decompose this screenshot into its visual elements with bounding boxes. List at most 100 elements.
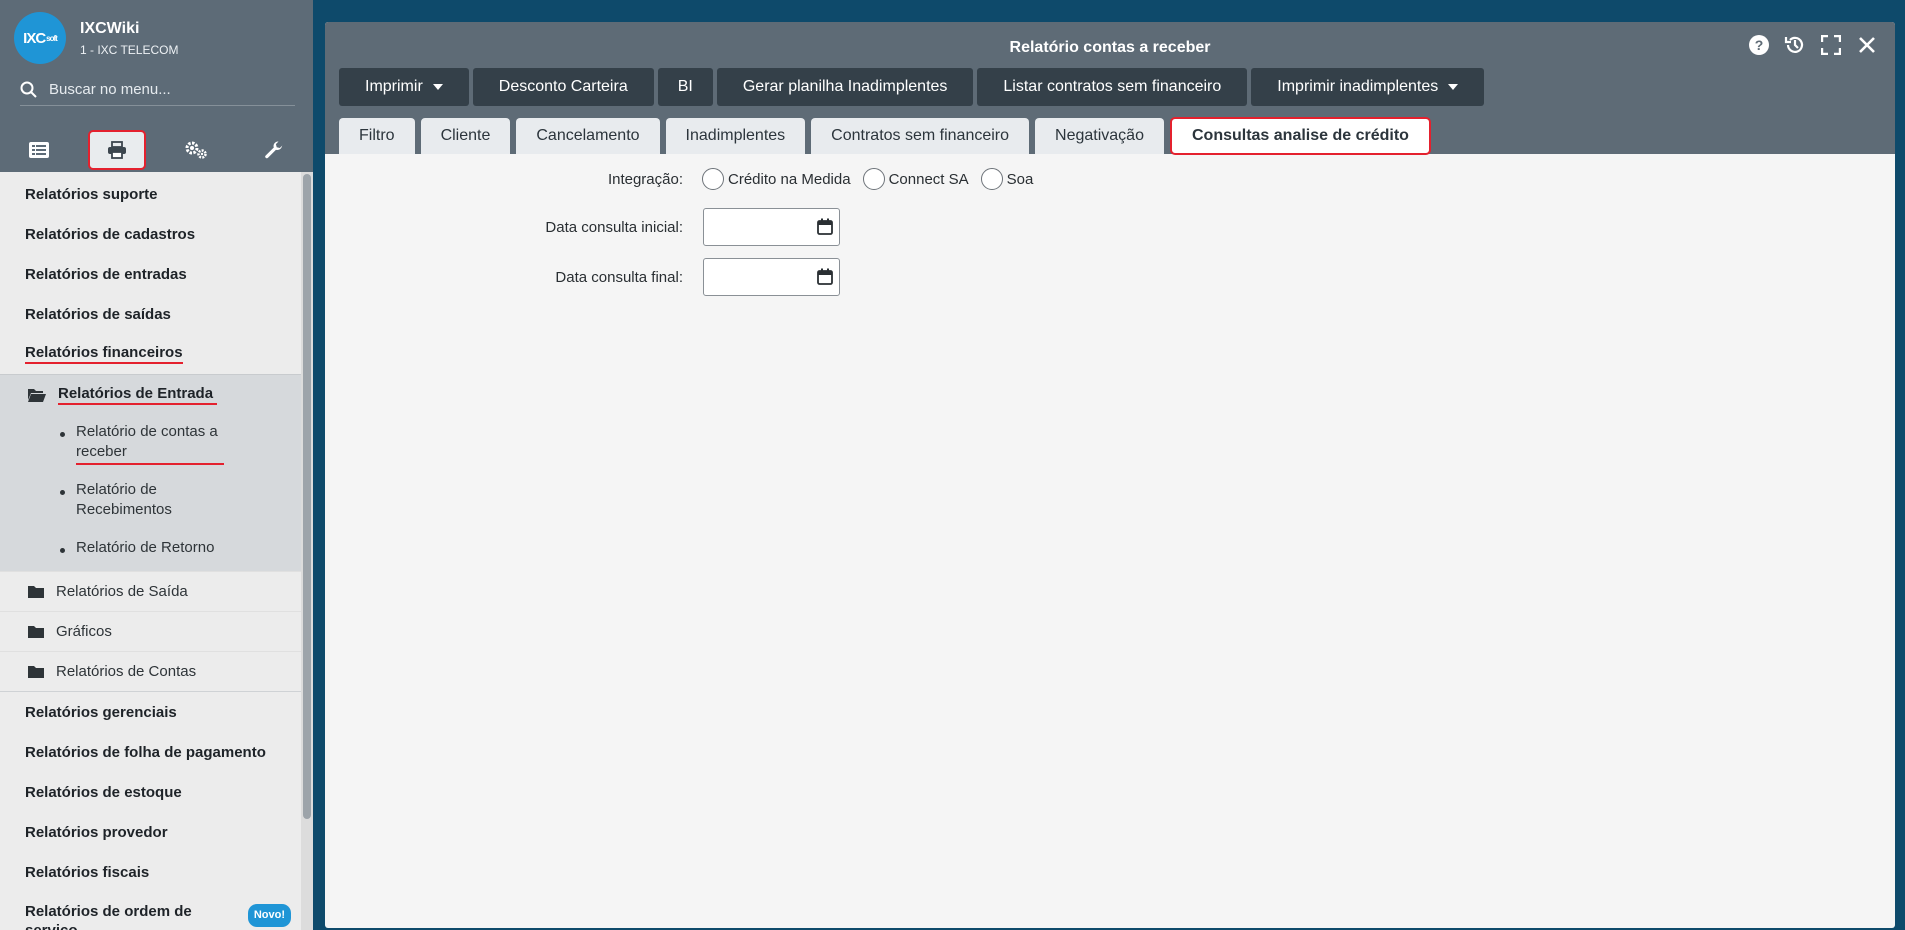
tab-consultas-analise-credito[interactable]: Consultas analise de crédito xyxy=(1169,117,1431,155)
menu-folder-graficos[interactable]: Gráficos xyxy=(0,611,301,651)
radio-connect-sa[interactable]: Connect SA xyxy=(862,168,969,190)
list-icon xyxy=(29,142,49,158)
category-label: Relatórios provedor xyxy=(25,823,168,841)
ixcsoft-logo[interactable]: IXC soft xyxy=(14,12,66,64)
menu-category-cadastros[interactable]: Relatórios de cadastros xyxy=(0,214,301,254)
close-icon xyxy=(1859,37,1875,53)
menu-category-suporte[interactable]: Relatórios suporte xyxy=(0,174,301,214)
radio-label: Soa xyxy=(1006,170,1034,188)
window-controls: ? xyxy=(1741,30,1885,60)
menu-category-ordem-servico[interactable]: Relatórios de ordem de serviço Novo! xyxy=(0,892,301,930)
submenu-header-entrada[interactable]: Relatórios de Entrada xyxy=(0,375,301,415)
category-label: Relatórios de ordem de serviço xyxy=(25,903,192,930)
menu-category-financeiros[interactable]: Relatórios financeiros xyxy=(0,334,301,374)
gerar-planilha-button[interactable]: Gerar planilha Inadimplentes xyxy=(716,68,974,106)
menu-search xyxy=(20,80,295,106)
new-badge: Novo! xyxy=(247,904,291,927)
category-label: Relatórios de cadastros xyxy=(25,225,196,243)
print-inadimplentes-button[interactable]: Imprimir inadimplentes xyxy=(1251,68,1485,106)
tab-negativacao[interactable]: Negativação xyxy=(1035,118,1164,154)
tab-cancelamento[interactable]: Cancelamento xyxy=(516,118,660,154)
button-label: Listar contratos sem financeiro xyxy=(1003,78,1222,95)
expand-icon xyxy=(1821,35,1841,55)
toolbar: Imprimir Desconto Carteira BI Gerar plan… xyxy=(339,68,1488,106)
button-label: Imprimir inadimplentes xyxy=(1277,78,1439,95)
logo-text: IXC xyxy=(23,29,46,47)
maximize-button[interactable] xyxy=(1813,30,1849,60)
tab-label: Cancelamento xyxy=(536,127,640,144)
radio-credito-na-medida[interactable]: Crédito na Medida xyxy=(702,168,851,190)
menu-category-gerenciais[interactable]: Relatórios gerenciais xyxy=(0,692,301,732)
tab-cliente[interactable]: Cliente xyxy=(420,118,511,154)
history-button[interactable] xyxy=(1777,30,1813,60)
listar-contratos-button[interactable]: Listar contratos sem financeiro xyxy=(977,68,1248,106)
integracao-radio-group: Crédito na Medida Connect SA Soa xyxy=(702,168,1045,190)
menu-category-saidas[interactable]: Relatórios de saídas xyxy=(0,294,301,334)
tab-menu-settings[interactable] xyxy=(167,130,225,170)
data-inicial-input[interactable] xyxy=(710,210,810,244)
menu-category-fiscais[interactable]: Relatórios fiscais xyxy=(0,852,301,892)
data-final-label: Data consulta final: xyxy=(555,268,683,286)
menu-panel: Relatórios suporte Relatórios de cadastr… xyxy=(0,172,301,930)
radio-circle[interactable] xyxy=(862,168,885,190)
gears-icon xyxy=(185,141,207,159)
window-title: Relatório contas a receber xyxy=(1009,39,1211,56)
tab-filtro[interactable]: Filtro xyxy=(339,118,415,154)
category-label: Relatórios de estoque xyxy=(25,783,182,801)
bi-button[interactable]: BI xyxy=(657,68,713,106)
folder-label: Relatórios de Contas xyxy=(56,663,197,680)
radio-circle[interactable] xyxy=(980,168,1003,190)
integracao-row: Integração: Crédito na Medida Connect SA… xyxy=(325,166,1525,192)
data-inicial-field[interactable] xyxy=(703,208,840,246)
category-label: Relatórios fiscais xyxy=(25,863,150,881)
close-button[interactable] xyxy=(1849,30,1885,60)
calendar-icon[interactable] xyxy=(817,218,833,235)
search-icon xyxy=(20,81,37,98)
data-final-input[interactable] xyxy=(710,260,810,294)
folder-icon xyxy=(28,666,44,678)
category-label: Relatórios financeiros xyxy=(25,344,183,364)
category-label: Relatórios de saídas xyxy=(25,305,171,323)
button-label: Imprimir xyxy=(365,78,423,95)
calendar-icon[interactable] xyxy=(817,268,833,285)
menu-search-input[interactable] xyxy=(49,81,279,98)
folder-label: Relatórios de Saída xyxy=(56,583,188,600)
tab-menu-list[interactable] xyxy=(10,130,68,170)
radio-label: Crédito na Medida xyxy=(728,170,851,188)
menu-category-folha[interactable]: Relatórios de folha de pagamento xyxy=(0,732,301,772)
tab-inadimplentes[interactable]: Inadimplentes xyxy=(665,118,806,154)
caret-down-icon xyxy=(1448,84,1459,90)
data-final-field[interactable] xyxy=(703,258,840,296)
data-inicial-row: Data consulta inicial: xyxy=(325,208,1525,246)
radio-circle[interactable] xyxy=(702,168,724,190)
tab-label: Contratos sem financeiro xyxy=(831,127,1010,144)
menu-item-retorno[interactable]: Relatório de Retorno xyxy=(0,531,301,571)
tab-menu-tools[interactable] xyxy=(245,130,303,170)
help-button[interactable]: ? xyxy=(1741,30,1777,60)
desconto-carteira-button[interactable]: Desconto Carteira xyxy=(472,68,654,106)
brand: IXC soft IXCWiki 1 - IXC TELECOM xyxy=(14,12,178,64)
menu-folder-saida[interactable]: Relatórios de Saída xyxy=(0,571,301,611)
menu-item-contas-receber[interactable]: Relatório de contas a receber xyxy=(0,415,301,473)
menu-folder-contas[interactable]: Relatórios de Contas xyxy=(0,651,301,691)
menu-item-label: Relatório de contas a receber xyxy=(76,415,224,465)
window-header: Relatório contas a receber ? Imprimir De… xyxy=(325,22,1895,155)
menu-item-recebimentos[interactable]: Relatório de Recebimentos xyxy=(0,473,301,531)
report-window: Relatório contas a receber ? Imprimir De… xyxy=(325,22,1895,928)
menu-category-estoque[interactable]: Relatórios de estoque xyxy=(0,772,301,812)
caret-down-icon xyxy=(432,84,443,90)
data-final-row: Data consulta final: xyxy=(325,258,1525,296)
radio-soa[interactable]: Soa xyxy=(980,168,1034,190)
menu-category-entradas[interactable]: Relatórios de entradas xyxy=(0,254,301,294)
menu-category-provedor[interactable]: Relatórios provedor xyxy=(0,812,301,852)
sidebar-scrollbar[interactable] xyxy=(301,172,313,930)
menu-categories-bottom: Relatórios gerenciais Relatórios de folh… xyxy=(0,691,301,930)
history-icon xyxy=(1784,36,1804,53)
tab-menu-reports[interactable] xyxy=(88,130,147,170)
print-button[interactable]: Imprimir xyxy=(339,68,469,106)
category-label: Relatórios suporte xyxy=(25,185,158,203)
folder-icon xyxy=(28,586,44,598)
scrollbar-thumb[interactable] xyxy=(303,174,311,819)
tab-contratos-sem-financeiro[interactable]: Contratos sem financeiro xyxy=(811,118,1030,154)
tab-label: Inadimplentes xyxy=(685,127,786,144)
